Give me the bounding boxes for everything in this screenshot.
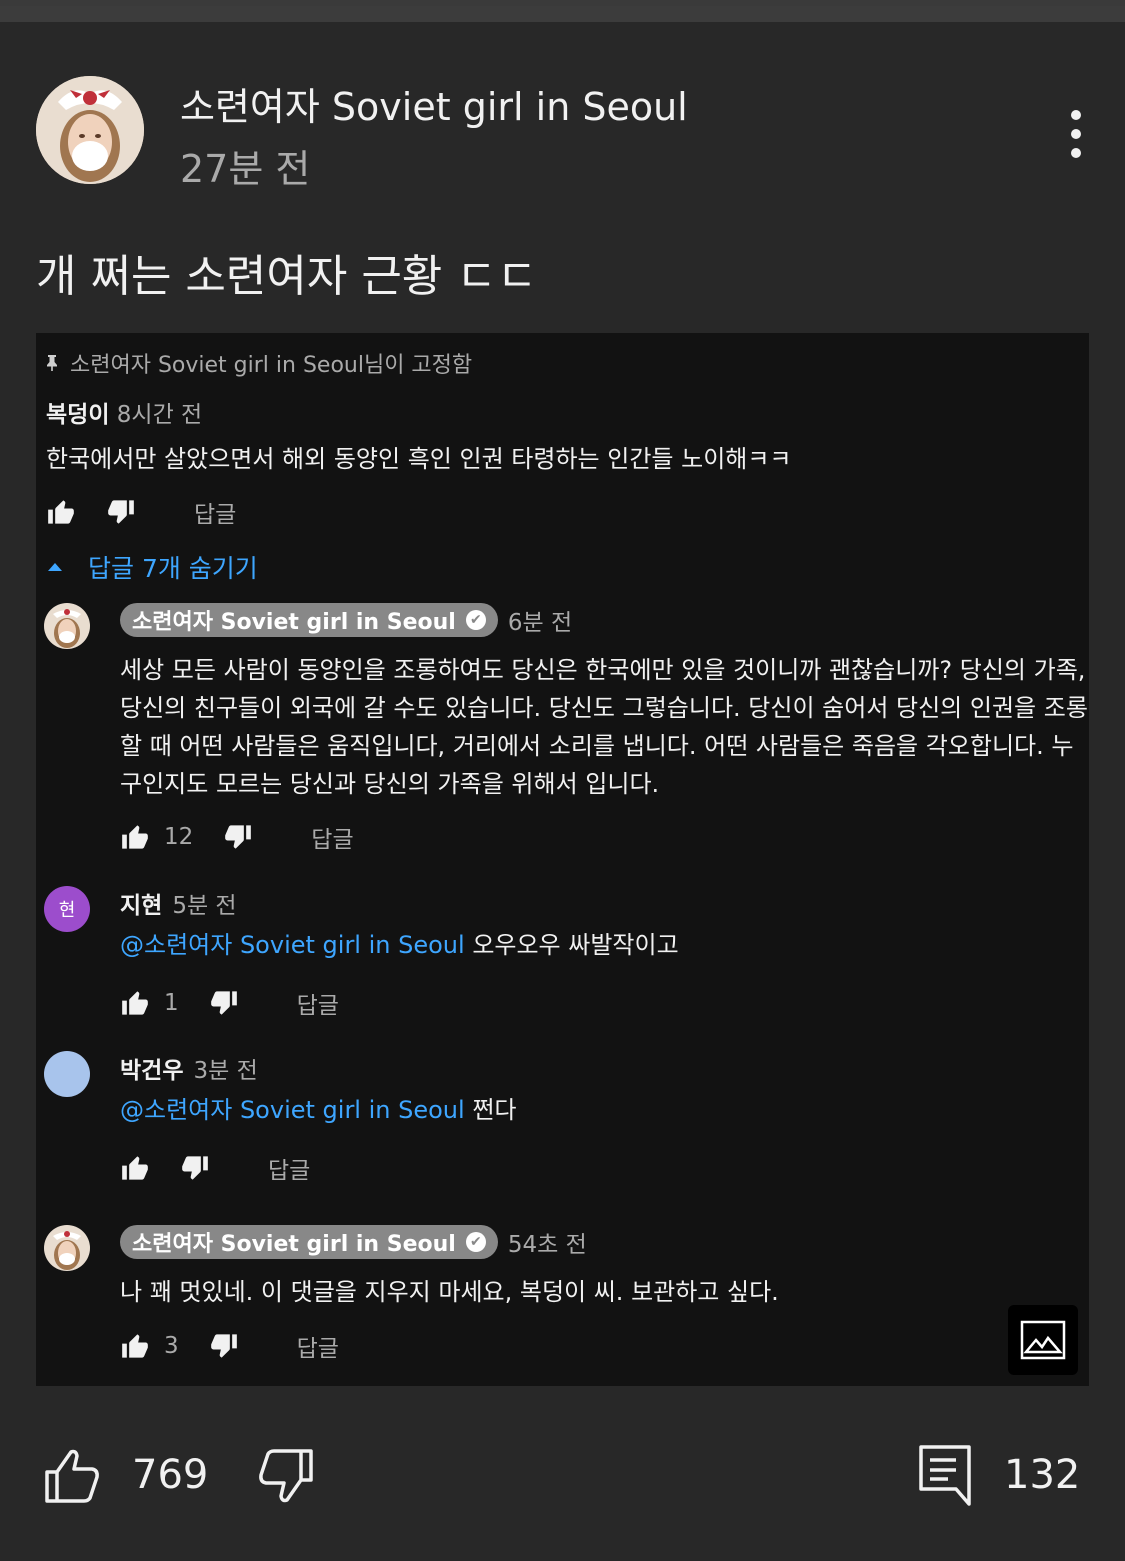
reply-item: 소련여자 Soviet girl in Seoul ✔ 54초 전 나 꽤 멋있네…: [44, 1225, 1084, 1365]
reply-avatar[interactable]: [44, 603, 90, 649]
reply-actions: 12 답글: [120, 820, 354, 854]
comment-header: 복덩이 8시간 전: [46, 395, 202, 429]
reply-text: 나 꽤 멋있네. 이 댓글을 지우지 마세요, 복덩이 씨. 보관하고 싶다.: [120, 1278, 779, 1306]
reply-item: 소련여자 Soviet girl in Seoul ✔ 6분 전 세상 모든 사람…: [44, 603, 1088, 854]
thumb-up-icon[interactable]: [46, 498, 76, 526]
reply-button[interactable]: 답글: [311, 820, 353, 854]
reply-item: 현 지현 5분 전 @소련여자 Soviet girl in Seoul 오우오…: [44, 886, 1084, 1019]
comment-author[interactable]: 복덩이: [46, 402, 109, 428]
reply-author: 소련여자 Soviet girl in Seoul: [132, 610, 456, 635]
verified-icon: ✔: [465, 1232, 486, 1252]
reply-author[interactable]: 지현: [120, 886, 162, 920]
reply-author[interactable]: 박건우: [120, 1051, 183, 1085]
reply-header: 지현 5분 전: [120, 886, 237, 920]
reply-text: @소련여자 Soviet girl in Seoul 쩐다: [120, 1091, 1090, 1129]
post-image[interactable]: 소련여자 Soviet girl in Seoul님이 고정함 복덩이 8시간 …: [36, 333, 1089, 1386]
thumb-down-icon[interactable]: [209, 1332, 239, 1360]
verified-icon: ✔: [465, 610, 486, 630]
reply-text: @소련여자 Soviet girl in Seoul 오우오우 싸발작이고: [120, 926, 1090, 964]
channel-avatar[interactable]: [36, 76, 144, 184]
reply-body: 쩐다: [464, 1096, 517, 1124]
comment-icon[interactable]: [918, 1444, 972, 1510]
reply-body: 오우오우 싸발작이고: [464, 931, 679, 959]
thumb-down-icon[interactable]: [180, 1154, 210, 1182]
more-vert-icon[interactable]: [1056, 106, 1096, 162]
thumb-up-icon[interactable]: [120, 823, 150, 851]
hide-replies-button[interactable]: 답글 7개 숨기기: [46, 549, 258, 585]
like-count: 1: [164, 990, 179, 1016]
reply-text: 세상 모든 사람이 동양인을 조롱하여도 당신은 한국에만 있을 것이니까 괜찮…: [120, 656, 1088, 798]
reply-author: 소련여자 Soviet girl in Seoul: [132, 1232, 456, 1257]
post-header: 소련여자 Soviet girl in Seoul 27분 전: [36, 76, 1096, 191]
comment-time: 8시간 전: [116, 402, 203, 428]
status-strip: [0, 0, 1125, 22]
thumb-down-icon[interactable]: [258, 1448, 314, 1508]
reply-avatar[interactable]: [44, 1225, 90, 1271]
reply-time: 54초 전: [507, 1232, 587, 1258]
reply-time: 5분 전: [172, 893, 237, 919]
reply-header: 박건우 3분 전: [120, 1051, 258, 1085]
thumb-up-icon[interactable]: [44, 1448, 100, 1508]
caret-up-icon: [48, 563, 62, 571]
reply-actions: 1 답글: [120, 986, 339, 1020]
thumb-up-icon[interactable]: [120, 1332, 150, 1360]
like-count: 3: [164, 1333, 179, 1359]
reply-button[interactable]: 답글: [297, 1329, 339, 1363]
thumb-down-icon[interactable]: [223, 823, 253, 851]
pinned-label: 소련여자 Soviet girl in Seoul님이 고정함: [46, 347, 472, 379]
comment-actions: 답글: [46, 495, 236, 529]
thumb-up-icon[interactable]: [120, 1154, 150, 1182]
reply-actions: 답글: [120, 1151, 310, 1185]
thumb-down-icon[interactable]: [209, 989, 239, 1017]
reply-button[interactable]: 답글: [297, 986, 339, 1020]
reply-avatar[interactable]: 현: [44, 886, 90, 932]
reply-item: 박건우 3분 전 @소련여자 Soviet girl in Seoul 쩐다 답…: [44, 1051, 1084, 1184]
owner-badge[interactable]: 소련여자 Soviet girl in Seoul ✔: [120, 1225, 498, 1259]
reply-actions: 3 답글: [120, 1329, 339, 1363]
thumb-up-icon[interactable]: [120, 989, 150, 1017]
hide-replies-label: 답글 7개 숨기기: [88, 554, 258, 583]
thumb-down-icon[interactable]: [106, 498, 136, 526]
channel-name[interactable]: 소련여자 Soviet girl in Seoul: [180, 76, 688, 131]
mention-link[interactable]: @소련여자 Soviet girl in Seoul: [120, 1096, 465, 1124]
pin-icon: [46, 354, 60, 377]
mention-link[interactable]: @소련여자 Soviet girl in Seoul: [120, 931, 465, 959]
post-time: 27분 전: [180, 147, 311, 191]
post-text: 개 쩌는 소련여자 근황 ㄷㄷ: [36, 251, 538, 302]
reply-header: 소련여자 Soviet girl in Seoul ✔ 54초 전: [120, 1225, 587, 1259]
owner-badge[interactable]: 소련여자 Soviet girl in Seoul ✔: [120, 603, 498, 637]
comment-text: 한국에서만 살았으면서 해외 동양인 흑인 인권 타령하는 인간들 노이해ㅋㅋ: [46, 445, 792, 473]
reply-time: 3분 전: [193, 1058, 258, 1084]
like-count: 12: [164, 824, 194, 850]
reply-header: 소련여자 Soviet girl in Seoul ✔ 6분 전: [120, 603, 572, 637]
like-count: 769: [132, 1452, 209, 1498]
image-icon[interactable]: [1008, 1305, 1078, 1375]
reply-avatar[interactable]: [44, 1051, 90, 1097]
reply-button[interactable]: 답글: [194, 495, 236, 529]
comment-count: 132: [1004, 1452, 1081, 1498]
post-action-bar: 769 132: [0, 1430, 1125, 1530]
reply-time: 6분 전: [507, 610, 573, 636]
pinned-text: 소련여자 Soviet girl in Seoul님이 고정함: [70, 353, 473, 378]
reply-button[interactable]: 답글: [268, 1151, 310, 1185]
